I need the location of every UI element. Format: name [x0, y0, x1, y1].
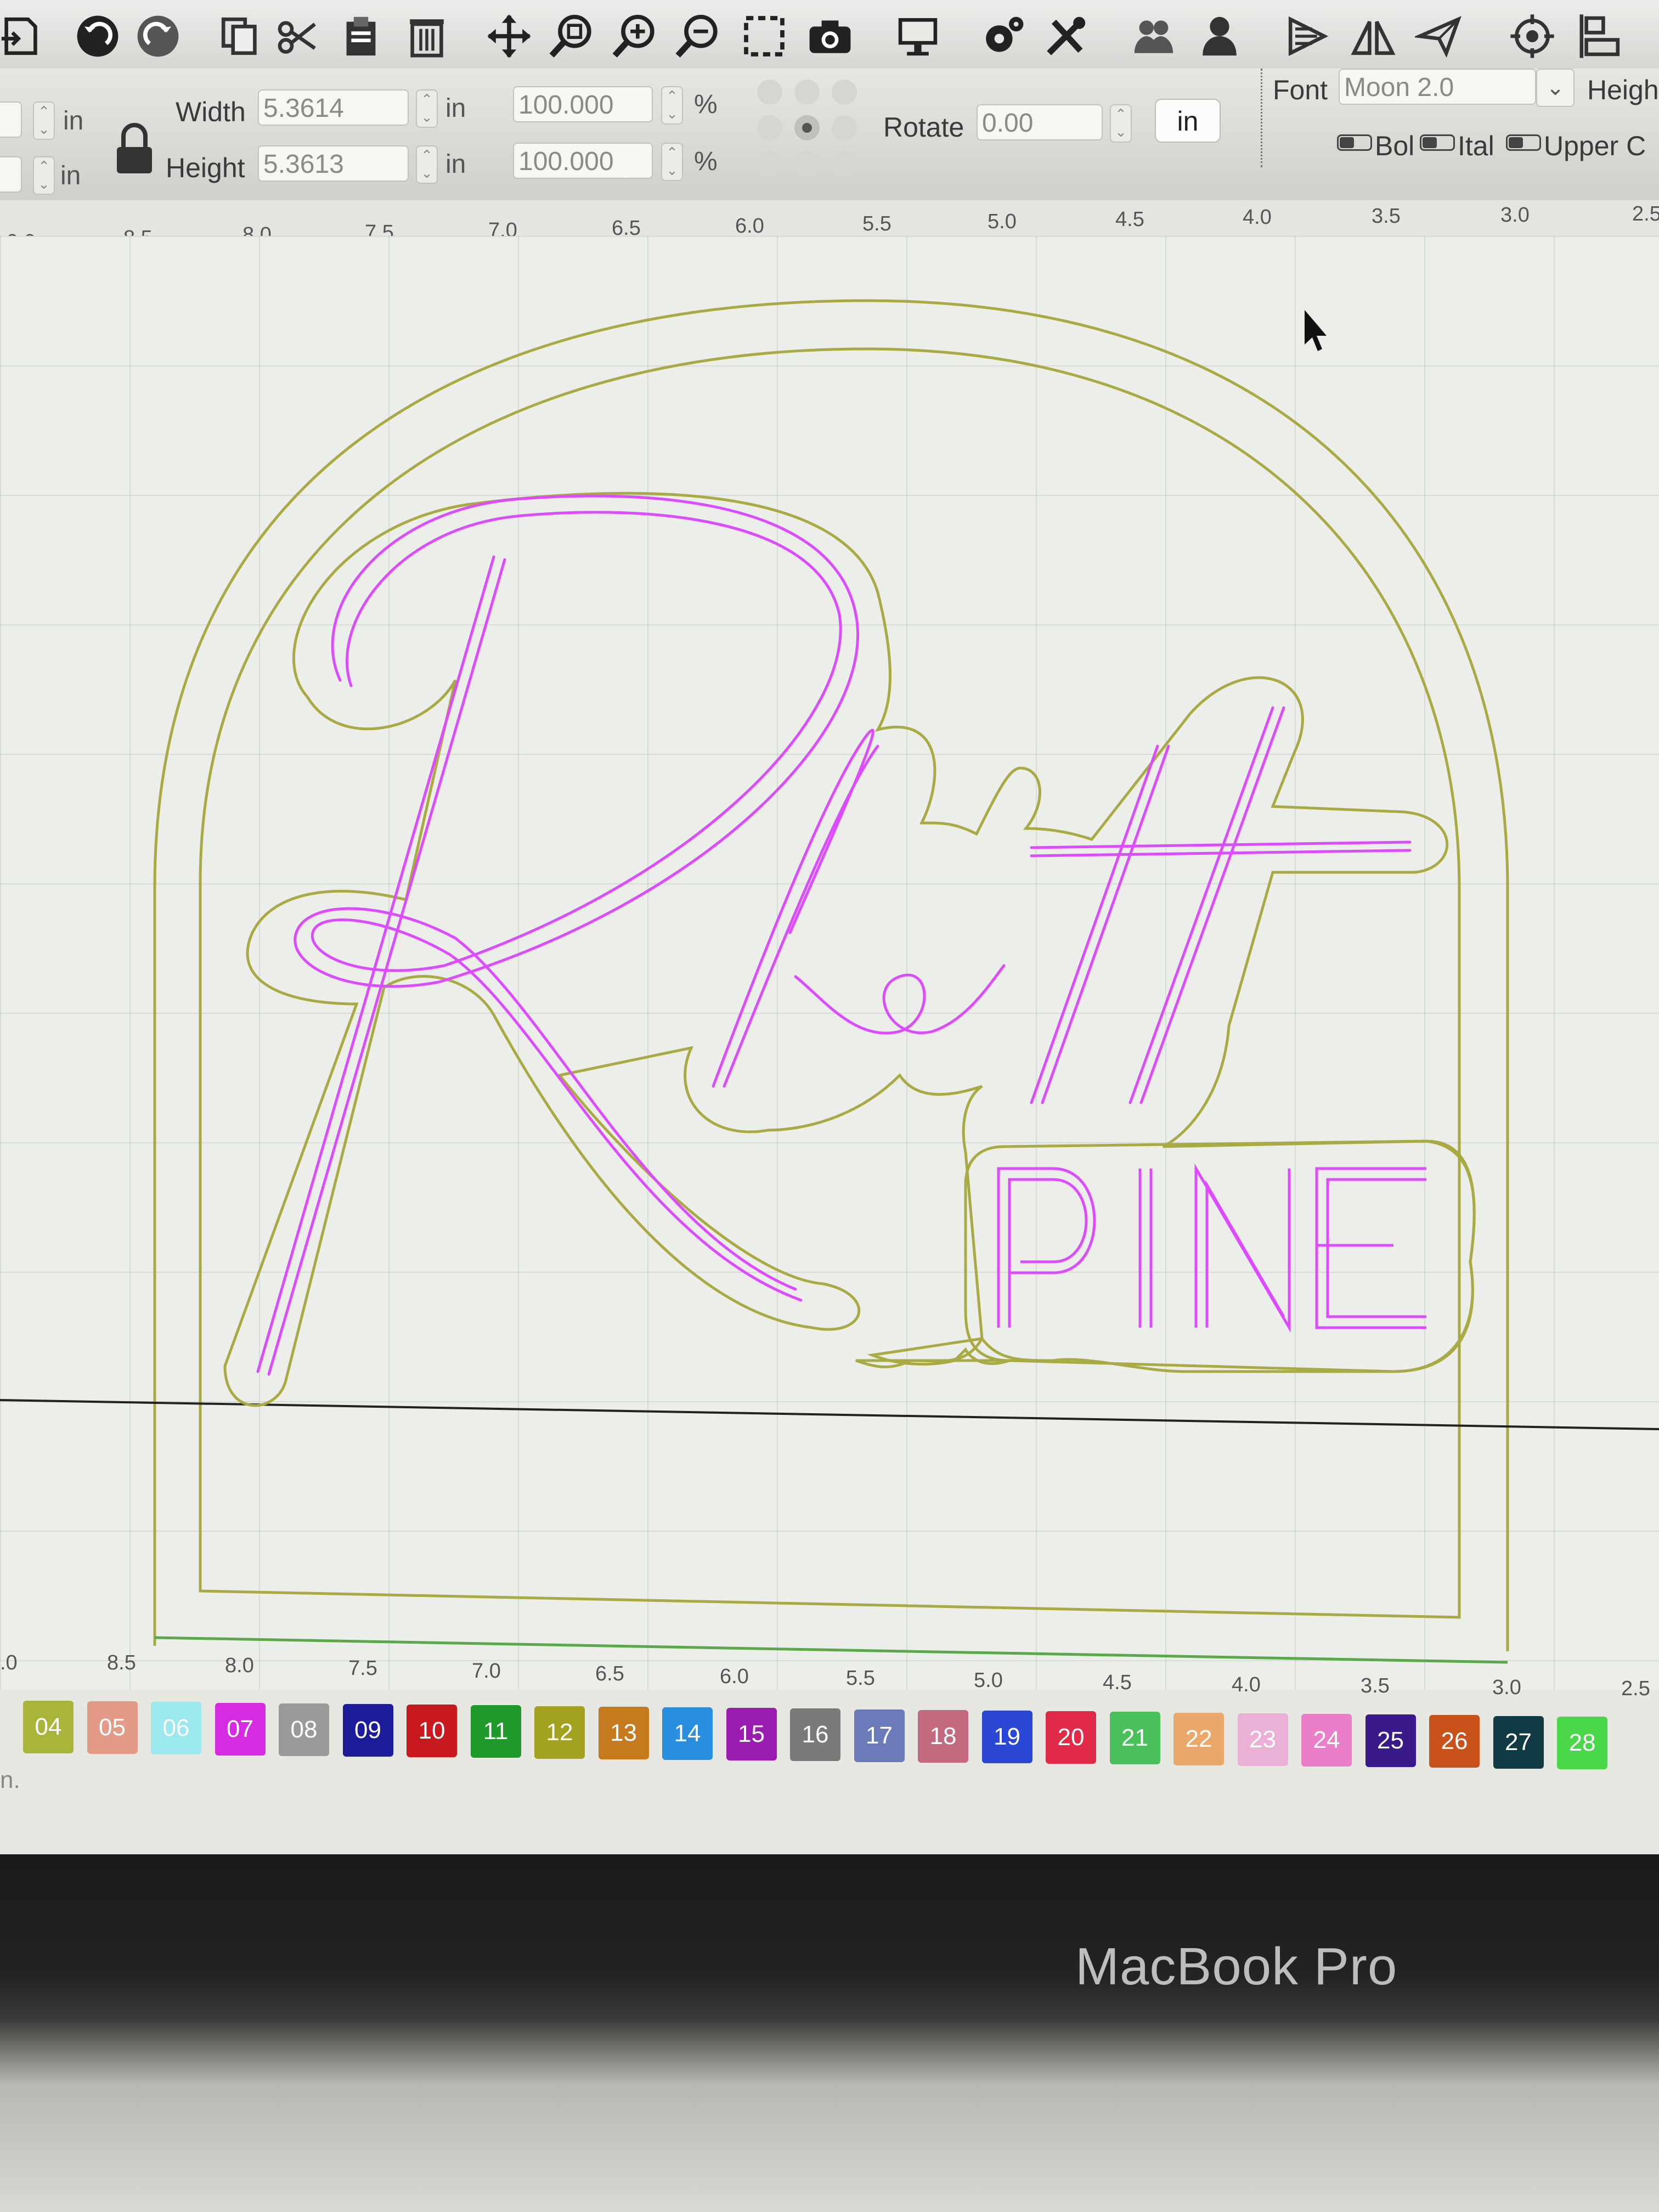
- script-offset-outline: [223, 492, 1476, 1407]
- color-swatch-12[interactable]: 12: [534, 1706, 585, 1759]
- color-swatch-20[interactable]: 20: [1046, 1711, 1096, 1764]
- color-swatch-15[interactable]: 15: [726, 1708, 777, 1761]
- color-swatch-09[interactable]: 09: [342, 1704, 393, 1757]
- color-swatch-22[interactable]: 22: [1173, 1712, 1224, 1765]
- layer-color-palette: 04 05 06 07 08 09 10 11 12 13 14 15 16 17 18 19 20 21 22 23…: [0, 1701, 1659, 1769]
- rhett-script-engrave: [256, 494, 1412, 1376]
- laptop-brand-label: MacBook Pro: [1075, 1937, 1398, 1996]
- color-swatch-16[interactable]: 16: [790, 1708, 840, 1762]
- pine-block-engrave: [997, 1163, 1426, 1333]
- color-swatch-04[interactable]: 04: [23, 1701, 74, 1753]
- color-swatch-07[interactable]: 07: [215, 1702, 266, 1756]
- ruler-tick: .0: [0, 1651, 18, 1674]
- ruler-tick: 7.0: [472, 1660, 501, 1683]
- pine-offset-outline: [964, 1139, 1476, 1373]
- color-swatch-28[interactable]: 28: [1557, 1716, 1607, 1769]
- ruler-tick: 8.0: [225, 1654, 254, 1677]
- color-swatch-08[interactable]: 08: [279, 1703, 329, 1756]
- ruler-tick: 8.5: [107, 1651, 136, 1674]
- color-swatch-23[interactable]: 23: [1237, 1713, 1288, 1766]
- ruler-tick: 6.5: [595, 1662, 624, 1685]
- color-swatch-18[interactable]: 18: [918, 1709, 968, 1763]
- status-text: n.: [0, 1767, 20, 1793]
- app-window: ⌃ ⌄ in ⌃ ⌄ in Width 5.3614 ⌃ ⌄ in Height 5.…: [0, 0, 1659, 1865]
- ruler-tick: 5.5: [846, 1667, 875, 1690]
- color-swatch-05[interactable]: 05: [87, 1701, 138, 1754]
- color-swatch-11[interactable]: 11: [470, 1705, 521, 1758]
- color-swatch-06[interactable]: 06: [151, 1702, 201, 1755]
- design-artwork[interactable]: [0, 0, 1659, 1701]
- color-swatch-25[interactable]: 25: [1365, 1714, 1416, 1768]
- ruler-tick: 7.5: [348, 1657, 377, 1680]
- color-swatch-26[interactable]: 26: [1429, 1715, 1480, 1768]
- ruler-tick: 3.5: [1361, 1674, 1390, 1697]
- ruler-tick: 6.0: [720, 1665, 749, 1688]
- ruler-tick: 4.0: [1232, 1673, 1261, 1696]
- color-swatch-13[interactable]: 13: [598, 1706, 649, 1759]
- color-swatch-24[interactable]: 24: [1301, 1714, 1352, 1767]
- color-swatch-27[interactable]: 27: [1493, 1716, 1544, 1769]
- color-swatch-21[interactable]: 21: [1109, 1712, 1160, 1765]
- ruler-tick: 2.5: [1621, 1677, 1650, 1700]
- color-swatch-17[interactable]: 17: [854, 1709, 905, 1762]
- bottom-ruler: .0 8.5 8.0 7.5 7.0 6.5 6.0 5.5 5.0 4.5 4…: [0, 1651, 1659, 1700]
- ruler-tick: 3.0: [1492, 1676, 1521, 1699]
- mouse-cursor-icon: [1305, 310, 1327, 351]
- color-swatch-14[interactable]: 14: [662, 1707, 713, 1760]
- ruler-tick: 5.0: [974, 1669, 1003, 1692]
- outer-arch-outline: [153, 299, 1509, 1651]
- color-swatch-10[interactable]: 10: [407, 1705, 457, 1758]
- ruler-tick: 4.5: [1103, 1671, 1132, 1694]
- laptop-bezel: MacBook Pro: [0, 1854, 1659, 2212]
- color-swatch-19[interactable]: 19: [981, 1711, 1032, 1763]
